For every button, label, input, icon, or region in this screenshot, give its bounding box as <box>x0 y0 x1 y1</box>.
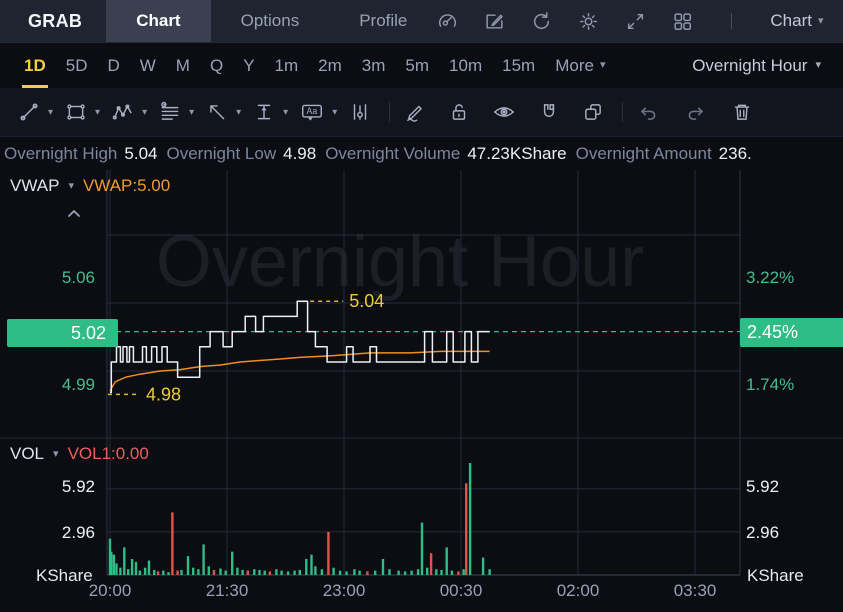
time-axis-label: 02:00 <box>556 581 600 600</box>
volume-axis-label: 2.96 <box>61 523 95 542</box>
collapse-panel-icon[interactable] <box>66 206 82 224</box>
pct-axis-label-low: 1.74% <box>746 375 795 394</box>
volume-axis-label: 5.92 <box>746 477 780 496</box>
chevron-down-icon[interactable]: ▾ <box>53 448 59 460</box>
price-axis-label-low: 4.99 <box>61 375 95 394</box>
vwap-indicator-label[interactable]: VWAP <box>10 176 59 196</box>
svg-text:4.98: 4.98 <box>146 384 181 404</box>
time-axis-label: 21:30 <box>205 581 249 600</box>
volume-indicator-row: VOL ▾ VOL1:0.00 <box>10 444 149 464</box>
price-indicator-row: VWAP ▾ VWAP:5.00 <box>10 176 170 196</box>
price-volume-chart[interactable]: 5.04 4.98 <box>0 0 843 612</box>
volume-unit-right: KShare <box>747 566 804 585</box>
pct-axis-label-high: 3.22% <box>746 268 795 287</box>
current-price-badge: 5.02 <box>7 319 118 347</box>
vol-indicator-label[interactable]: VOL <box>10 444 44 464</box>
volume-unit-left: KShare <box>36 566 93 585</box>
time-axis-label: 23:00 <box>322 581 366 600</box>
price-axis-label-high: 5.06 <box>61 268 95 287</box>
svg-text:5.04: 5.04 <box>349 291 384 311</box>
time-axis-label: 20:00 <box>88 581 132 600</box>
vwap-value: VWAP:5.00 <box>82 176 171 195</box>
time-axis-label: 03:30 <box>673 581 717 600</box>
chevron-down-icon[interactable]: ▾ <box>68 180 74 192</box>
volume-axis-label: 5.92 <box>61 477 95 496</box>
current-change-badge: 2.45% <box>740 318 843 347</box>
volume-axis-label: 2.96 <box>746 523 780 542</box>
vol1-value: VOL1:0.00 <box>67 444 149 463</box>
time-axis-label: 00:30 <box>439 581 483 600</box>
trading-app: GRAB Chart Options Profile Chart ▾ 1D 5D… <box>0 0 843 612</box>
